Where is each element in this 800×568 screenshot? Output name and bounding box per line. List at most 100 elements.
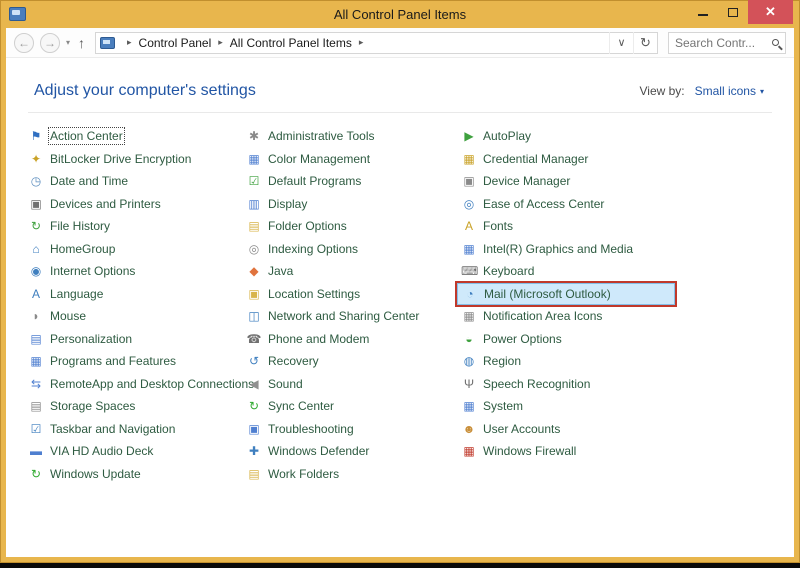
view-by-caret-icon[interactable]: ▾ (760, 87, 764, 96)
globe-icon: ◉ (30, 264, 42, 279)
item-label: Location Settings (268, 286, 361, 301)
item-label: Action Center (48, 127, 125, 146)
control-panel-item[interactable]: ◒ Power Options (461, 328, 679, 351)
control-panel-item[interactable]: ◍ Region (461, 350, 679, 373)
control-panel-item[interactable]: ⌨ Keyboard (461, 260, 679, 283)
control-panel-small-icon (100, 36, 116, 49)
view-by-value[interactable]: Small icons (695, 84, 756, 98)
control-panel-item[interactable]: ☎ Phone and Modem (246, 328, 461, 351)
control-panel-item[interactable]: ◔ Mail (Microsoft Outlook) (457, 282, 675, 305)
control-panel-item[interactable]: ▤ Folder Options (246, 215, 461, 238)
control-panel-item[interactable]: ☑ Taskbar and Navigation (28, 418, 246, 441)
control-panel-item[interactable]: ◗ Mouse (28, 305, 246, 328)
control-panel-item[interactable]: ↻ File History (28, 215, 246, 238)
control-panel-item[interactable]: ↻ Sync Center (246, 395, 461, 418)
item-label: System (483, 399, 524, 414)
navigation-bar: ← → ▾ ↑ ▸ Control Panel ▸ All Control Pa… (6, 28, 794, 58)
control-panel-item[interactable]: ✦ BitLocker Drive Encryption (28, 148, 246, 171)
breadcrumb-separator[interactable]: ▸ (218, 37, 223, 48)
indexing-magnifier-icon: ◎ (248, 241, 260, 256)
control-panel-item[interactable]: ▣ Device Manager (461, 170, 679, 193)
page-title: Adjust your computer's settings (34, 82, 256, 99)
control-panel-item[interactable]: ◀ Sound (246, 373, 461, 396)
control-panel-item[interactable]: ▦ Windows Firewall (461, 440, 679, 463)
search-box[interactable] (668, 31, 786, 54)
defender-shield-icon: ✚ (248, 444, 260, 459)
control-panel-item[interactable]: ▬ VIA HD Audio Deck (28, 440, 246, 463)
address-bar[interactable]: ▸ Control Panel ▸ All Control Panel Item… (95, 31, 658, 54)
control-panel-item[interactable]: ⚑ Action Center (28, 125, 246, 148)
control-panel-item[interactable]: ▣ Troubleshooting (246, 418, 461, 441)
magnifier-icon (772, 39, 779, 46)
control-panel-items: ⚑ Action Center ✦ BitLocker Drive Encryp… (6, 113, 794, 485)
control-panel-item[interactable]: ✚ Windows Defender (246, 440, 461, 463)
item-label: AutoPlay (483, 129, 532, 144)
item-label: Fonts (483, 219, 514, 234)
control-panel-item[interactable]: ↺ Recovery (246, 350, 461, 373)
control-panel-item[interactable]: ▣ Devices and Printers (28, 193, 246, 216)
forward-button[interactable]: → (40, 32, 60, 53)
control-panel-window: All Control Panel Items ✕ ← → ▾ ↑ ▸ Cont… (0, 0, 800, 563)
screen-edge (0, 563, 800, 568)
control-panel-item[interactable]: ⇆ RemoteApp and Desktop Connections (28, 373, 254, 396)
item-label: Display (268, 196, 308, 211)
breadcrumb-separator[interactable]: ▸ (359, 37, 364, 48)
recent-pages-dropdown[interactable]: ▾ (66, 38, 70, 47)
control-panel-item[interactable]: ▥ Display (246, 193, 461, 216)
control-panel-item[interactable]: ⌂ HomeGroup (28, 238, 246, 261)
item-label: File History (50, 219, 111, 234)
breadcrumb-control-panel[interactable]: Control Panel (139, 36, 212, 50)
device-manager-icon: ▣ (463, 174, 475, 189)
refresh-button[interactable]: ↻ (633, 31, 657, 54)
audio-deck-icon: ▬ (30, 444, 42, 459)
back-button[interactable]: ← (14, 32, 34, 53)
control-panel-item[interactable]: ☻ User Accounts (461, 418, 679, 441)
control-panel-item[interactable]: ▤ Personalization (28, 328, 246, 351)
work-folders-icon: ▤ (248, 466, 260, 481)
breadcrumb-all-control-panel-items[interactable]: All Control Panel Items (230, 36, 352, 50)
control-panel-item[interactable]: ▦ Credential Manager (461, 148, 679, 171)
control-panel-item[interactable]: ▦ Color Management (246, 148, 461, 171)
folder-icon: ▤ (248, 219, 260, 234)
control-panel-item[interactable]: A Fonts (461, 215, 679, 238)
control-panel-item[interactable]: ◉ Internet Options (28, 260, 246, 283)
breadcrumb-separator: ▸ (127, 37, 132, 47)
control-panel-item[interactable]: ▤ Storage Spaces (28, 395, 246, 418)
credential-vault-icon: ▦ (463, 151, 475, 166)
item-label: Personalization (50, 331, 133, 346)
flag-icon: ⚑ (30, 129, 42, 144)
up-button[interactable]: ↑ (78, 35, 85, 51)
search-input[interactable] (675, 35, 768, 50)
location-icon: ▣ (248, 286, 260, 301)
maximize-button[interactable] (718, 0, 748, 22)
control-panel-item[interactable]: A Language (28, 283, 246, 306)
item-label: Region (483, 354, 522, 369)
file-history-icon: ↻ (30, 219, 42, 234)
control-panel-item[interactable]: ☑ Default Programs (246, 170, 461, 193)
control-panel-item[interactable]: ▦ Programs and Features (28, 350, 246, 373)
close-button[interactable]: ✕ (748, 0, 793, 24)
item-label: BitLocker Drive Encryption (50, 151, 192, 166)
control-panel-item[interactable]: ▣ Location Settings (246, 283, 461, 306)
control-panel-item[interactable]: ▦ Notification Area Icons (461, 305, 679, 328)
control-panel-item[interactable]: ↻ Windows Update (28, 463, 246, 486)
control-panel-item[interactable]: ▦ Intel(R) Graphics and Media (461, 238, 679, 261)
window-controls: ✕ (688, 0, 793, 24)
control-panel-item[interactable]: ◫ Network and Sharing Center (246, 305, 461, 328)
remote-connections-icon: ⇆ (30, 376, 42, 391)
control-panel-item[interactable]: ▶ AutoPlay (461, 125, 679, 148)
control-panel-item[interactable]: ◎ Indexing Options (246, 238, 461, 261)
control-panel-item[interactable]: ◎ Ease of Access Center (461, 193, 679, 216)
control-panel-item[interactable]: ▦ System (461, 395, 679, 418)
item-label: Color Management (268, 151, 371, 166)
control-panel-item[interactable]: ◷ Date and Time (28, 170, 246, 193)
control-panel-item[interactable]: Ψ Speech Recognition (461, 373, 679, 396)
control-panel-item[interactable]: ✱ Administrative Tools (246, 125, 461, 148)
minimize-button[interactable] (688, 0, 718, 22)
address-dropdown-button[interactable]: ∨ (609, 31, 633, 54)
programs-icon: ▦ (30, 354, 42, 369)
view-by-label: View by: (639, 84, 685, 98)
storage-drive-icon: ▤ (30, 399, 42, 414)
control-panel-item[interactable]: ▤ Work Folders (246, 463, 461, 486)
control-panel-item[interactable]: ◆ Java (246, 260, 461, 283)
